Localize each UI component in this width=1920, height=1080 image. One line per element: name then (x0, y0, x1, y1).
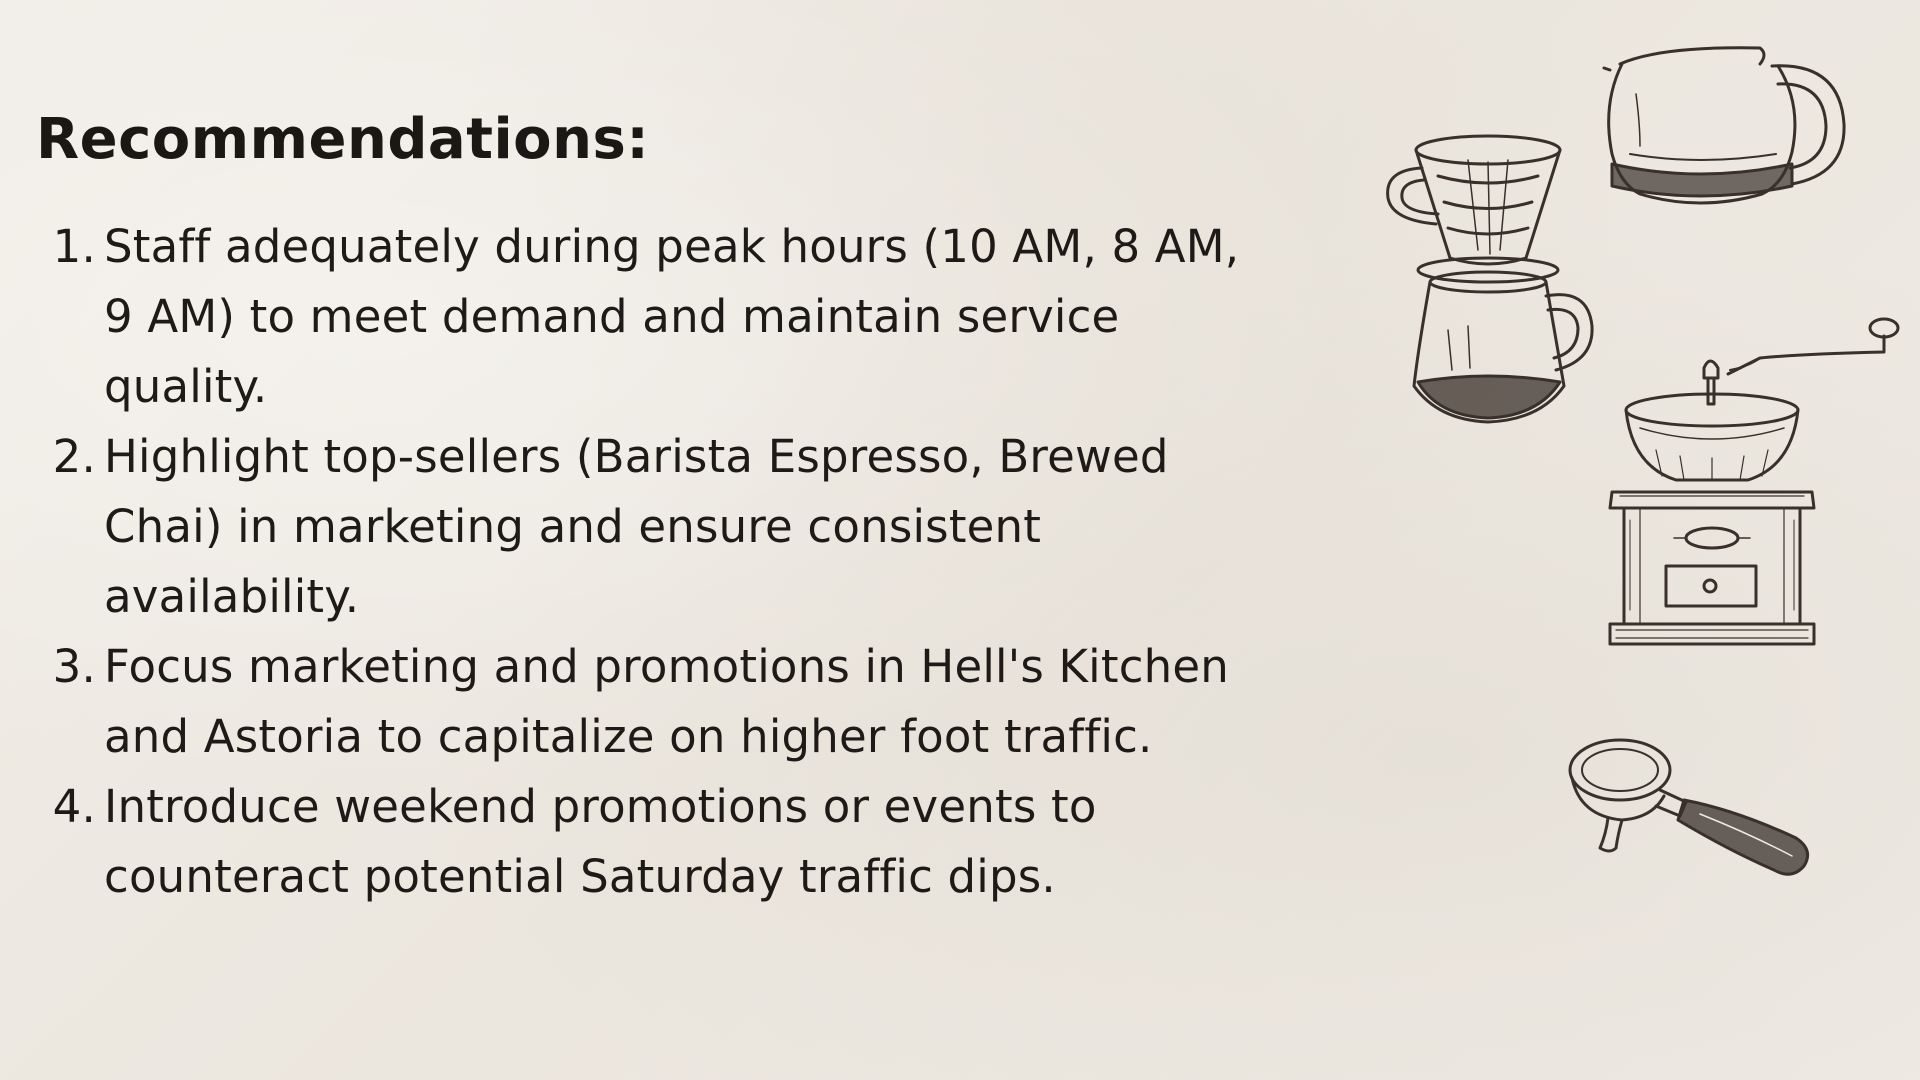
portafilter-icon (1568, 738, 1810, 876)
coffee-grinder-icon (1608, 317, 1900, 646)
recommendation-item-4: 4. Introduce weekend promotions or event… (36, 772, 1256, 912)
recommendation-number: 1. (52, 220, 96, 273)
slide-heading: Recommendations: (36, 107, 650, 172)
recommendation-text: Staff adequately during peak hours (10 A… (104, 220, 1240, 413)
coffee-carafe-icon (1602, 46, 1846, 205)
recommendation-number: 4. (52, 780, 96, 833)
recommendation-item-1: 1. Staff adequately during peak hours (1… (36, 212, 1256, 422)
recommendation-text: Highlight top-sellers (Barista Espresso,… (104, 430, 1169, 623)
recommendation-item-3: 3. Focus marketing and promotions in Hel… (36, 632, 1256, 772)
recommendation-list: 1. Staff adequately during peak hours (1… (36, 212, 1256, 912)
recommendation-item-2: 2. Highlight top-sellers (Barista Espres… (36, 422, 1256, 632)
recommendation-text: Introduce weekend promotions or events t… (104, 780, 1097, 903)
recommendation-text: Focus marketing and promotions in Hell's… (104, 640, 1229, 763)
pour-over-dripper-icon (1386, 134, 1594, 424)
recommendation-number: 3. (52, 640, 96, 693)
coffee-illustrations (1360, 20, 1920, 920)
recommendation-number: 2. (52, 430, 96, 483)
